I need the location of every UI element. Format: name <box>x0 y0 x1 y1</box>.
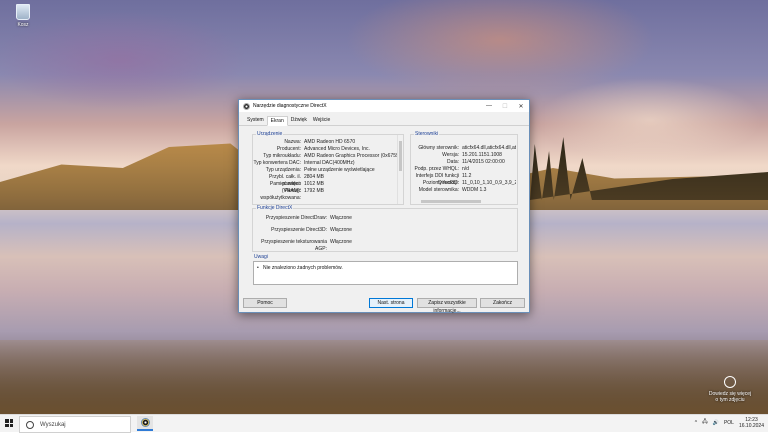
exit-button[interactable]: Zakończ <box>480 298 525 308</box>
help-button[interactable]: Pomoc <box>243 298 287 308</box>
driver-row: Główny sterownik: aticfx64.dll,aticfx64.d… <box>418 145 516 151</box>
driver-row: Podp. przez WHQL: n/d <box>414 166 469 172</box>
close-window-button[interactable]: ✕ <box>513 100 529 112</box>
device-row: Nazwa: AMD Radeon HD 6570 <box>284 139 356 145</box>
scroll-thumb[interactable] <box>399 141 402 171</box>
tray-chevron-icon[interactable]: ^ <box>695 420 697 426</box>
tab-display[interactable]: Ekran <box>266 116 288 126</box>
maximize-button[interactable]: ☐ <box>497 100 513 112</box>
recycle-bin-label: Kosz <box>17 22 29 28</box>
windows-start-icon[interactable] <box>5 419 13 427</box>
device-row: Producent: Advanced Micro Devices, Inc. <box>276 146 370 152</box>
list-item: • Nie znaleziono żadnych problemów. <box>257 265 343 271</box>
network-icon[interactable]: 🖧 <box>702 419 708 427</box>
volume-icon[interactable]: 🔊 <box>713 420 719 426</box>
language-indicator[interactable]: POL <box>724 420 734 426</box>
clock[interactable]: 12:23 16.10.2024 <box>739 417 764 429</box>
next-page-button[interactable]: Nast. strona <box>369 298 413 308</box>
directx-features-title: Funkcje DirectX <box>256 205 294 211</box>
tab-sound[interactable]: Dźwięk <box>288 116 310 125</box>
camera-icon <box>724 376 736 388</box>
clock-date: 16.10.2024 <box>738 423 764 429</box>
tab-strip: System Ekran Dźwięk Wejście <box>239 116 529 126</box>
minimize-button[interactable]: — <box>481 100 497 112</box>
recycle-bin-icon <box>16 4 30 20</box>
directx-icon <box>140 418 150 427</box>
search-icon <box>26 420 34 429</box>
device-row: Typ konwertera DAC: Internal DAC(400MHz) <box>253 160 355 166</box>
notes-title: Uwagi <box>254 254 268 260</box>
device-group-title: Urządzenie <box>256 131 284 137</box>
system-tray: ^ 🖧 🔊 POL 12:23 16.10.2024 <box>690 417 764 429</box>
reeds <box>0 340 768 414</box>
spotlight-text: Dowiedz się więcej o tym zdjęciu <box>708 391 752 403</box>
recycle-bin[interactable]: Kosz <box>10 4 36 28</box>
scroll-thumb[interactable] <box>421 200 481 203</box>
driver-row: Model sterownika: WDDM 1.3 <box>418 187 487 193</box>
directx-features-group: Funkcje DirectX Przyspieszenie DirectDra… <box>252 205 518 252</box>
tab-input[interactable]: Wejście <box>310 116 333 125</box>
device-scrollbar[interactable] <box>397 135 403 204</box>
device-group: Urządzenie Nazwa: AMD Radeon HD 6570 Prod… <box>252 131 404 205</box>
device-row: Pamięć współużytkowana: 1792 MB <box>260 188 325 201</box>
save-all-button[interactable]: Zapisz wszystkie informacje... <box>417 298 477 314</box>
drivers-group: Sterowniki Główny sterownik: aticfx64.dll… <box>410 131 518 205</box>
notes-box: • Nie znaleziono żadnych problemów. <box>253 261 518 285</box>
dxdiag-window: Narzędzie diagnostyczne DirectX — ☐ ✕ Sy… <box>238 99 530 314</box>
trees <box>530 137 768 200</box>
feature-row: Przyspieszenie teksturowania AGP: Włączon… <box>261 239 352 252</box>
search-placeholder: Wyszukaj <box>40 421 66 428</box>
taskbar-search[interactable]: Wyszukaj <box>19 416 131 433</box>
driver-row: Data: 11/4/2015 02:00:00 <box>447 159 505 165</box>
drivers-hscrollbar[interactable] <box>411 199 517 204</box>
windows-spotlight[interactable]: Dowiedz się więcej o tym zdjęciu <box>708 376 752 403</box>
feature-row: Przyspieszenie DirectDraw: Włączone <box>265 215 352 221</box>
driver-row: Wersja: 15.201.1151.1008 <box>442 152 502 158</box>
device-row: Typ urządzenia: Pełne urządzenie wyświetl… <box>265 167 375 173</box>
device-row: Typ mikroukładu: AMD Radeon Graphics Proc… <box>263 153 401 159</box>
taskbar: Wyszukaj ^ 🖧 🔊 POL 12:23 16.10.2024 <box>0 414 768 433</box>
taskbar-app-dxdiag[interactable] <box>137 416 153 431</box>
window-title: Narzędzie diagnostyczne DirectX <box>253 103 327 109</box>
directx-icon <box>243 102 250 110</box>
tab-system[interactable]: System <box>244 116 267 125</box>
title-bar[interactable]: Narzędzie diagnostyczne DirectX — ☐ ✕ <box>239 100 529 112</box>
drivers-group-title: Sterowniki <box>414 131 440 137</box>
feature-row: Przyspieszenie Direct3D: Włączone <box>271 227 352 233</box>
driver-row: Poziomy funkcji:11_0,10_1,10_0,9_3,9_2,9… <box>422 180 516 186</box>
